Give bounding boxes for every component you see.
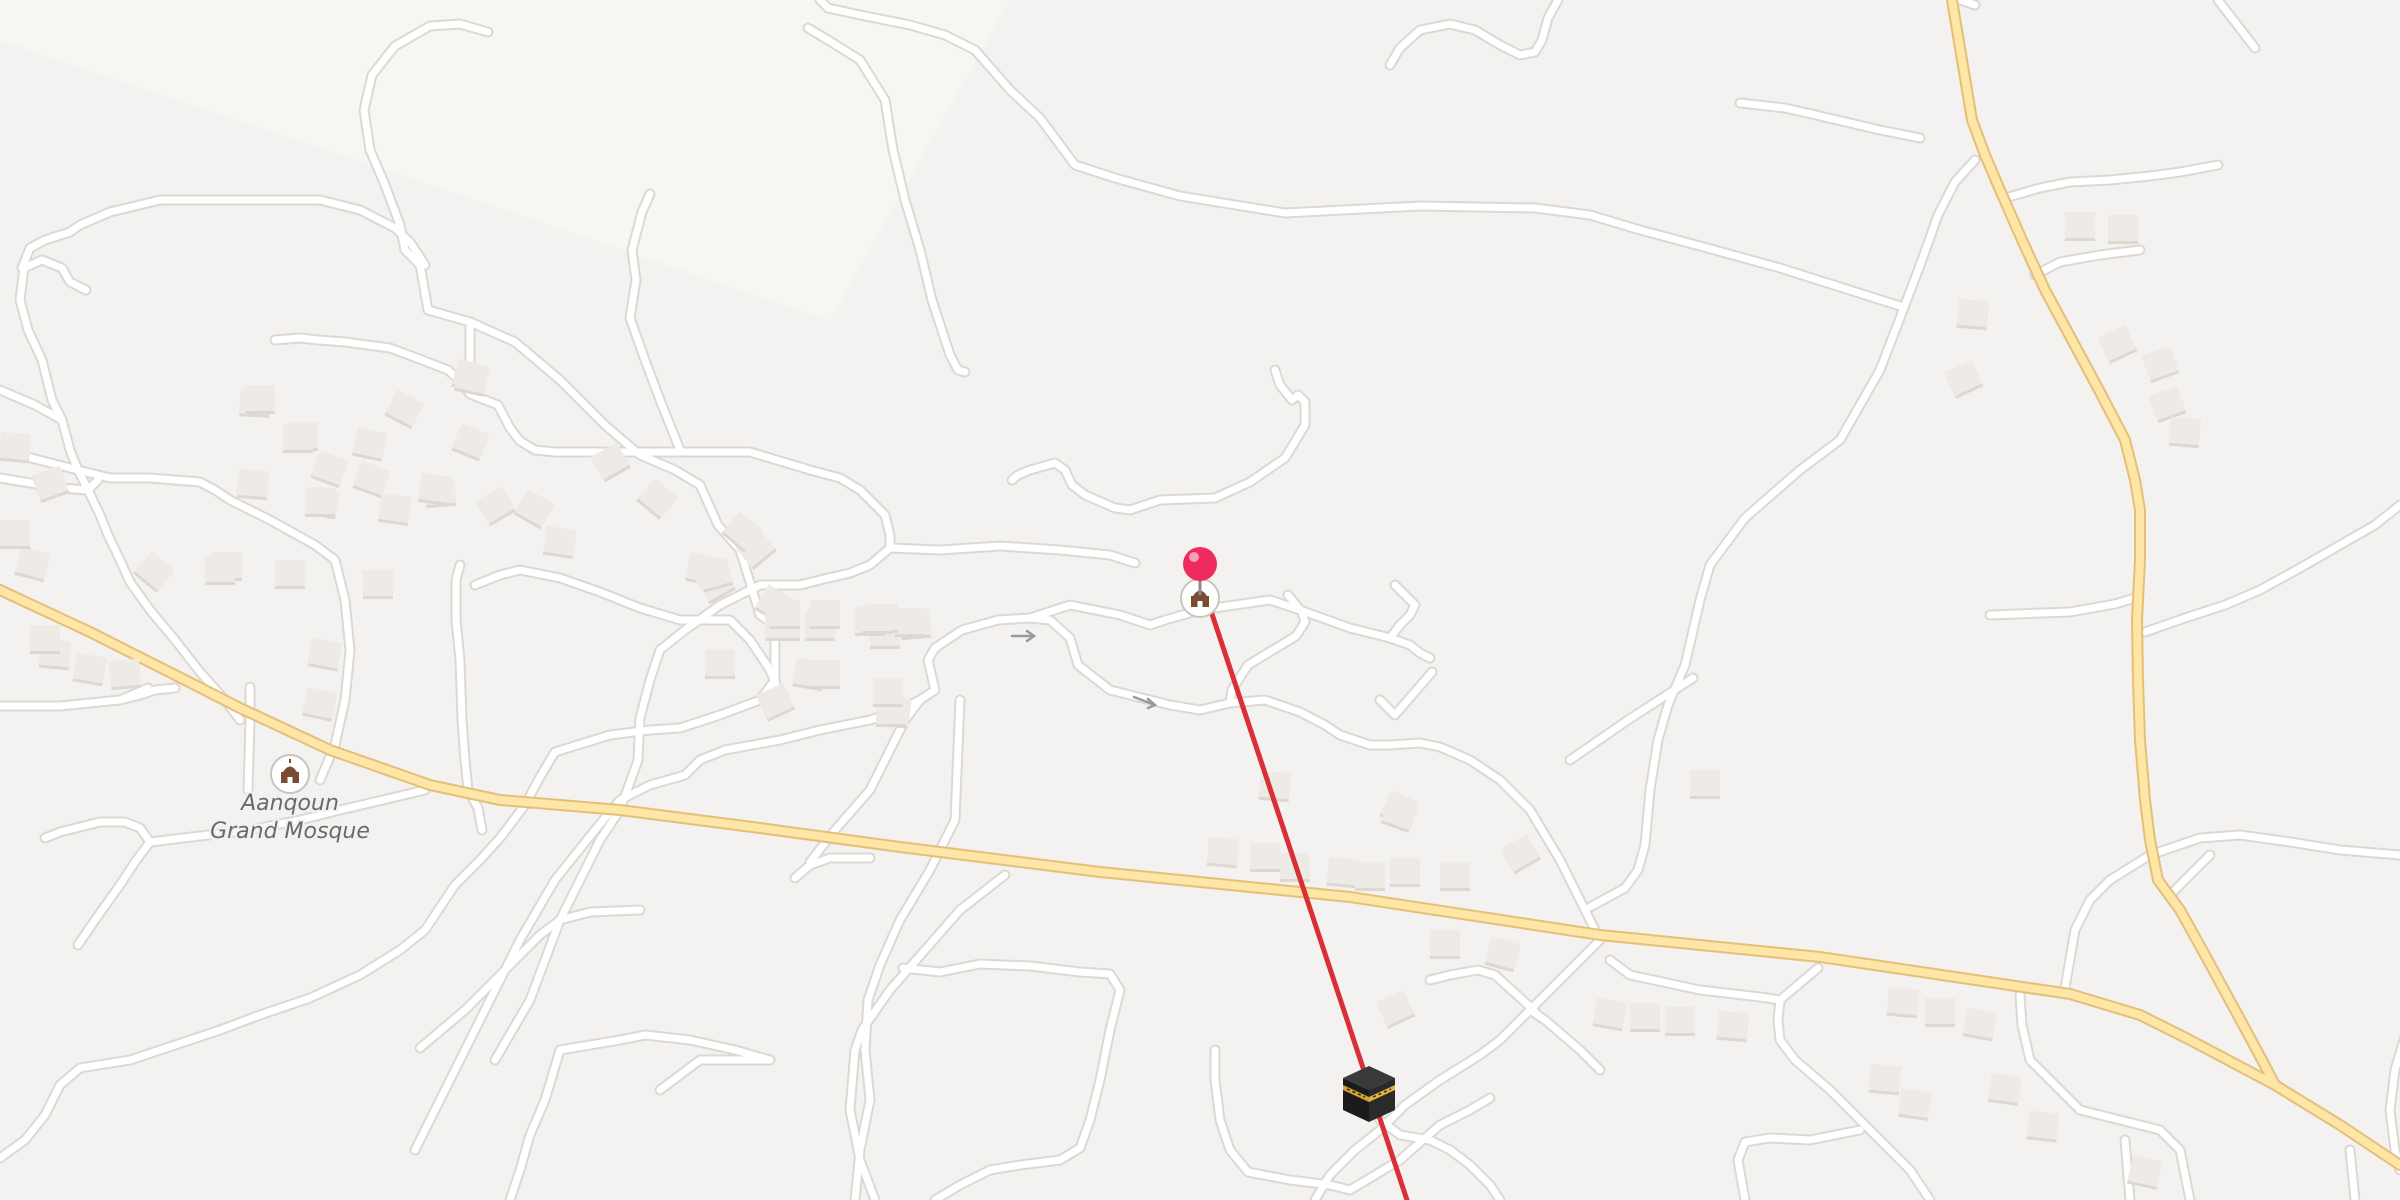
kaaba-icon[interactable] bbox=[1343, 1066, 1395, 1122]
mosque-icon[interactable] bbox=[270, 754, 310, 794]
buildings bbox=[0, 212, 2202, 1190]
poi-label-aanqoun-grand-mosque[interactable]: Aanqoun Grand Mosque bbox=[210, 790, 370, 846]
poi-label-line: Aanqoun bbox=[241, 791, 339, 816]
poi-label-line: Grand Mosque bbox=[210, 819, 370, 844]
map-canvas[interactable] bbox=[0, 0, 2400, 1200]
landuse-area bbox=[0, 0, 1010, 320]
